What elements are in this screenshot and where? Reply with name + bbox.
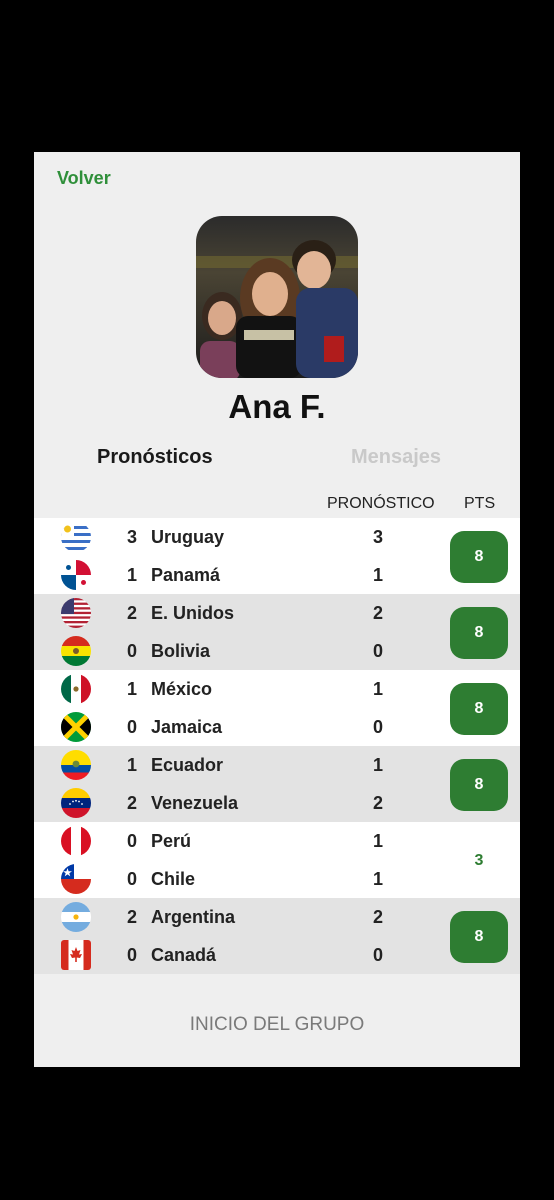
prediction-score: 1 (373, 565, 384, 585)
team-row: 2 Argentina 2 (34, 898, 520, 936)
back-button[interactable]: Volver (57, 168, 111, 189)
team-row: 3 Uruguay 3 (34, 518, 520, 556)
match-score: 1 (127, 755, 138, 775)
column-header-points: PTS (464, 495, 496, 512)
prediction-score: 3 (373, 527, 384, 547)
avatar (196, 216, 358, 378)
match-score: 2 (127, 603, 138, 623)
argentina-flag-icon (61, 902, 91, 932)
team-name: Ecuador (151, 755, 224, 775)
match-row[interactable]: 3 Uruguay 3 1 Panamá 1 8 (34, 518, 520, 594)
uruguay-flag-icon (61, 522, 91, 552)
points-badge: 8 (450, 911, 508, 963)
team-name: Panamá (151, 565, 221, 585)
match-score: 3 (127, 527, 138, 547)
canada-flag-icon (61, 940, 91, 970)
match-score: 2 (127, 793, 138, 813)
team-name: Perú (151, 831, 192, 851)
team-name: Bolivia (151, 641, 211, 661)
team-row: 1 Panamá 1 (34, 556, 520, 594)
prediction-score: 0 (373, 945, 384, 965)
points-badge: 8 (450, 607, 508, 659)
match-row[interactable]: 1 Ecuador 1 2 Venezuela 2 8 (34, 746, 520, 822)
match-score: 0 (127, 717, 138, 737)
team-name: Canadá (151, 945, 217, 965)
ecuador-flag-icon (61, 750, 91, 780)
team-name: Venezuela (151, 793, 239, 813)
team-row: 1 Ecuador 1 (34, 746, 520, 784)
points-badge: 8 (450, 759, 508, 811)
jamaica-flag-icon (61, 712, 91, 742)
team-row: 0 Perú 1 (34, 822, 520, 860)
prediction-score: 1 (373, 869, 384, 889)
usa-flag-icon (61, 598, 91, 628)
chile-flag-icon (61, 864, 91, 894)
mexico-flag-icon (61, 674, 91, 704)
panama-flag-icon (61, 560, 91, 590)
prediction-score: 1 (373, 755, 384, 775)
team-name: Chile (151, 869, 196, 889)
team-row: 0 Bolivia 0 (34, 632, 520, 670)
prediction-score: 0 (373, 717, 384, 737)
match-score: 0 (127, 831, 138, 851)
team-row: 2 Venezuela 2 (34, 784, 520, 822)
tab-pronosticos[interactable]: Pronósticos (97, 446, 213, 469)
team-row: 0 Jamaica 0 (34, 708, 520, 746)
points-badge: 8 (450, 531, 508, 583)
column-header-prediction: PRONÓSTICO (327, 495, 435, 512)
team-name: México (151, 679, 213, 699)
points-badge: 8 (450, 683, 508, 735)
match-score: 2 (127, 907, 138, 927)
match-score: 1 (127, 565, 138, 585)
bolivia-flag-icon (61, 636, 91, 666)
team-row: 0 Canadá 0 (34, 936, 520, 974)
team-name: E. Unidos (151, 603, 235, 623)
match-score: 0 (127, 945, 138, 965)
team-name: Argentina (151, 907, 236, 927)
team-row: 2 E. Unidos 2 (34, 594, 520, 632)
match-row[interactable]: 2 Argentina 2 0 Canadá 0 8 (34, 898, 520, 974)
team-name: Jamaica (151, 717, 223, 737)
prediction-score: 2 (373, 603, 384, 623)
team-row: 0 Chile 1 (34, 860, 520, 898)
match-row[interactable]: 1 México 1 0 Jamaica 0 8 (34, 670, 520, 746)
prediction-score: 0 (373, 641, 384, 661)
match-score: 1 (127, 679, 138, 699)
match-row[interactable]: 2 E. Unidos 2 0 Bolivia 0 8 (34, 594, 520, 670)
group-home-button[interactable]: INICIO DEL GRUPO (34, 1014, 520, 1036)
prediction-score: 1 (373, 679, 384, 699)
match-score: 0 (127, 869, 138, 889)
match-list: 3 Uruguay 3 1 Panamá 1 8 2 E. Unidos 2 0… (34, 518, 520, 974)
team-row: 1 México 1 (34, 670, 520, 708)
team-name: Uruguay (151, 527, 225, 547)
prediction-score: 2 (373, 793, 384, 813)
user-name: Ana F. (228, 388, 326, 425)
match-score: 0 (127, 641, 138, 661)
match-row[interactable]: 0 Perú 1 0 Chile 1 3 (34, 822, 520, 898)
screen: Volver Ana F. Pronósticos Mensajes PRONÓ… (34, 152, 520, 1067)
venezuela-flag-icon (61, 788, 91, 818)
prediction-score: 2 (373, 907, 384, 927)
points-value: 3 (474, 852, 484, 869)
peru-flag-icon (61, 826, 91, 856)
tab-mensajes[interactable]: Mensajes (351, 446, 441, 469)
prediction-score: 1 (373, 831, 384, 851)
